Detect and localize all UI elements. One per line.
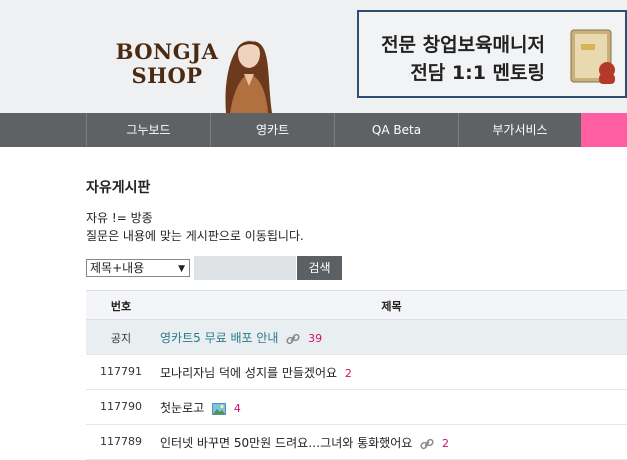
banner-line2: 전담 1:1 멘토링: [410, 62, 545, 84]
row-title-text[interactable]: 인터넷 바꾸면 50만원 드려요…그녀와 통화했어요: [160, 436, 412, 450]
row-number: 117790: [100, 400, 142, 413]
nav-item-qa-beta[interactable]: QA Beta: [334, 113, 458, 147]
main-nav: 그누보드 영카트 QA Beta 부가서비스: [0, 113, 627, 147]
row-title-text[interactable]: 모나리자님 덕에 성지를 만들겠어요: [160, 366, 337, 380]
row-title-text[interactable]: 영카트5 무료 배포 안내: [160, 331, 278, 345]
model-illustration: [225, 40, 272, 113]
board-title: 자유게시판: [86, 180, 151, 196]
comment-count: 4: [233, 402, 241, 415]
link-icon: [420, 438, 434, 449]
search-field-select[interactable]: 제목+내용 ▼: [86, 259, 190, 277]
banner-line1: 전문 창업보육매니저: [381, 34, 545, 56]
logo-line2: SHOP: [131, 63, 203, 88]
nav-item-highlight[interactable]: [581, 113, 627, 147]
column-header-number[interactable]: 번호: [86, 298, 156, 314]
row-title-text[interactable]: 첫눈로고: [160, 401, 204, 415]
row-title[interactable]: 인터넷 바꾸면 50만원 드려요…그녀와 통화했어요 2: [160, 434, 449, 451]
comment-count: 2: [344, 367, 352, 380]
row-title[interactable]: 모나리자님 덕에 성지를 만들겠어요 2: [160, 364, 352, 381]
dropdown-arrow-icon: ▼: [178, 264, 185, 274]
nav-item-addon-services[interactable]: 부가서비스: [458, 113, 581, 147]
comment-count: 39: [308, 332, 323, 345]
link-icon: [286, 333, 300, 344]
table-header: 번호 제목: [86, 290, 627, 320]
nav-item-gnuboard[interactable]: 그누보드: [86, 113, 210, 147]
board-description-line1: 자유 != 방종: [86, 211, 153, 225]
row-title[interactable]: 첫눈로고 4: [160, 399, 241, 416]
search-button[interactable]: 검색: [297, 256, 342, 280]
comment-count: 2: [441, 437, 449, 450]
row-number: 117791: [100, 365, 142, 378]
nav-item-youngcart[interactable]: 영카트: [210, 113, 334, 147]
folder-icon: [570, 29, 615, 84]
site-header: BONGJA SHOP 전문 창업보육매니저 전담 1:1 멘토링: [0, 0, 627, 113]
row-title[interactable]: 영카트5 무료 배포 안내 39: [160, 329, 322, 346]
table-row[interactable]: 117791 모나리자님 덕에 성지를 만들겠어요 2: [86, 355, 627, 390]
column-header-title[interactable]: 제목: [156, 298, 627, 314]
image-icon: [212, 402, 226, 415]
table-row[interactable]: 117790 첫눈로고 4: [86, 390, 627, 425]
board-description-line2: 질문은 내용에 맞는 게시판으로 이동됩니다.: [86, 229, 304, 243]
table-row[interactable]: 117789 인터넷 바꾸면 50만원 드려요…그녀와 통화했어요 2: [86, 425, 627, 460]
search-input[interactable]: [194, 256, 296, 280]
site-logo[interactable]: BONGJA SHOP: [112, 40, 222, 88]
row-number: 117789: [100, 435, 142, 448]
logo-line1: BONGJA: [115, 39, 219, 64]
row-number: 공지: [110, 332, 132, 345]
promo-banner[interactable]: 전문 창업보육매니저 전담 1:1 멘토링: [357, 10, 627, 98]
table-row[interactable]: 공지 영카트5 무료 배포 안내 39: [86, 320, 627, 355]
search-field-select-value: 제목+내용: [90, 261, 145, 275]
